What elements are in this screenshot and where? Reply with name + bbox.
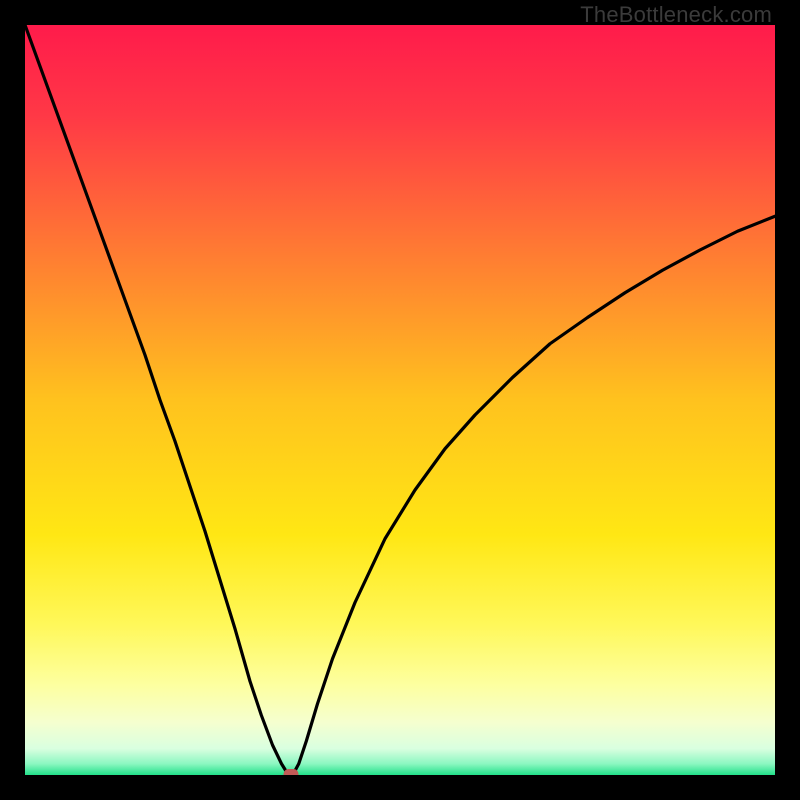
plot-area xyxy=(25,25,775,775)
chart-frame: TheBottleneck.com xyxy=(0,0,800,800)
minimum-marker xyxy=(283,769,298,775)
curve-layer xyxy=(25,25,775,775)
bottleneck-curve xyxy=(25,25,775,774)
